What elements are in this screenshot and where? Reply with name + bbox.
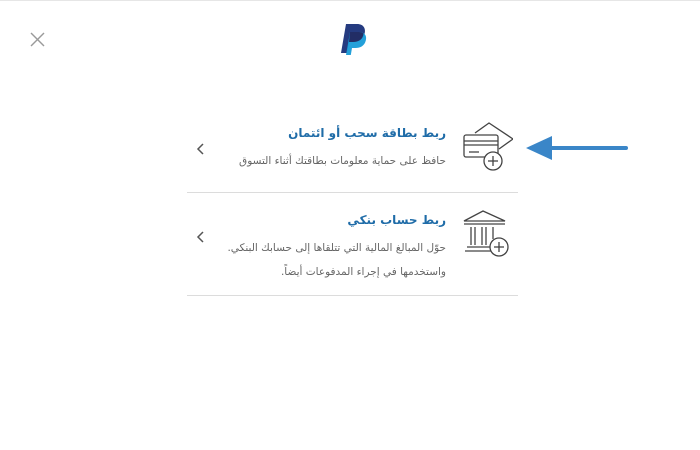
annotation-arrow-icon bbox=[526, 136, 628, 160]
link-card-title: ربط بطاقة سحب أو ائتمان bbox=[288, 126, 446, 140]
divider bbox=[187, 295, 518, 296]
link-bank-text: ربط حساب بنكي حوّل المبالغ المالية التي … bbox=[216, 212, 446, 284]
link-bank-option[interactable]: ربط حساب بنكي حوّل المبالغ المالية التي … bbox=[187, 193, 518, 295]
link-bank-description-line-2: واستخدمها في إجراء المدفوعات أيضاً. bbox=[280, 266, 446, 278]
link-bank-description-line-1: حوّل المبالغ المالية التي تتلقاها إلى حس… bbox=[227, 242, 446, 254]
link-bank-title: ربط حساب بنكي bbox=[347, 213, 446, 227]
chevron-left-icon bbox=[196, 143, 204, 155]
paypal-logo bbox=[337, 22, 367, 56]
link-card-text: ربط بطاقة سحب أو ائتمان حافظ على حماية م… bbox=[216, 125, 446, 173]
link-payment-dialog: ربط بطاقة سحب أو ائتمان حافظ على حماية م… bbox=[0, 0, 700, 450]
chevron-left-icon bbox=[196, 231, 204, 243]
close-icon bbox=[30, 32, 45, 47]
top-border bbox=[0, 0, 700, 1]
card-add-icon bbox=[463, 122, 513, 171]
link-card-description: حافظ على حماية معلومات بطاقتك أثناء التس… bbox=[239, 155, 446, 167]
close-button[interactable] bbox=[28, 30, 48, 50]
link-bank-description: حوّل المبالغ المالية التي تتلقاها إلى حس… bbox=[216, 236, 446, 284]
bank-add-icon bbox=[463, 210, 509, 257]
link-card-option[interactable]: ربط بطاقة سحب أو ائتمان حافظ على حماية م… bbox=[187, 101, 518, 192]
